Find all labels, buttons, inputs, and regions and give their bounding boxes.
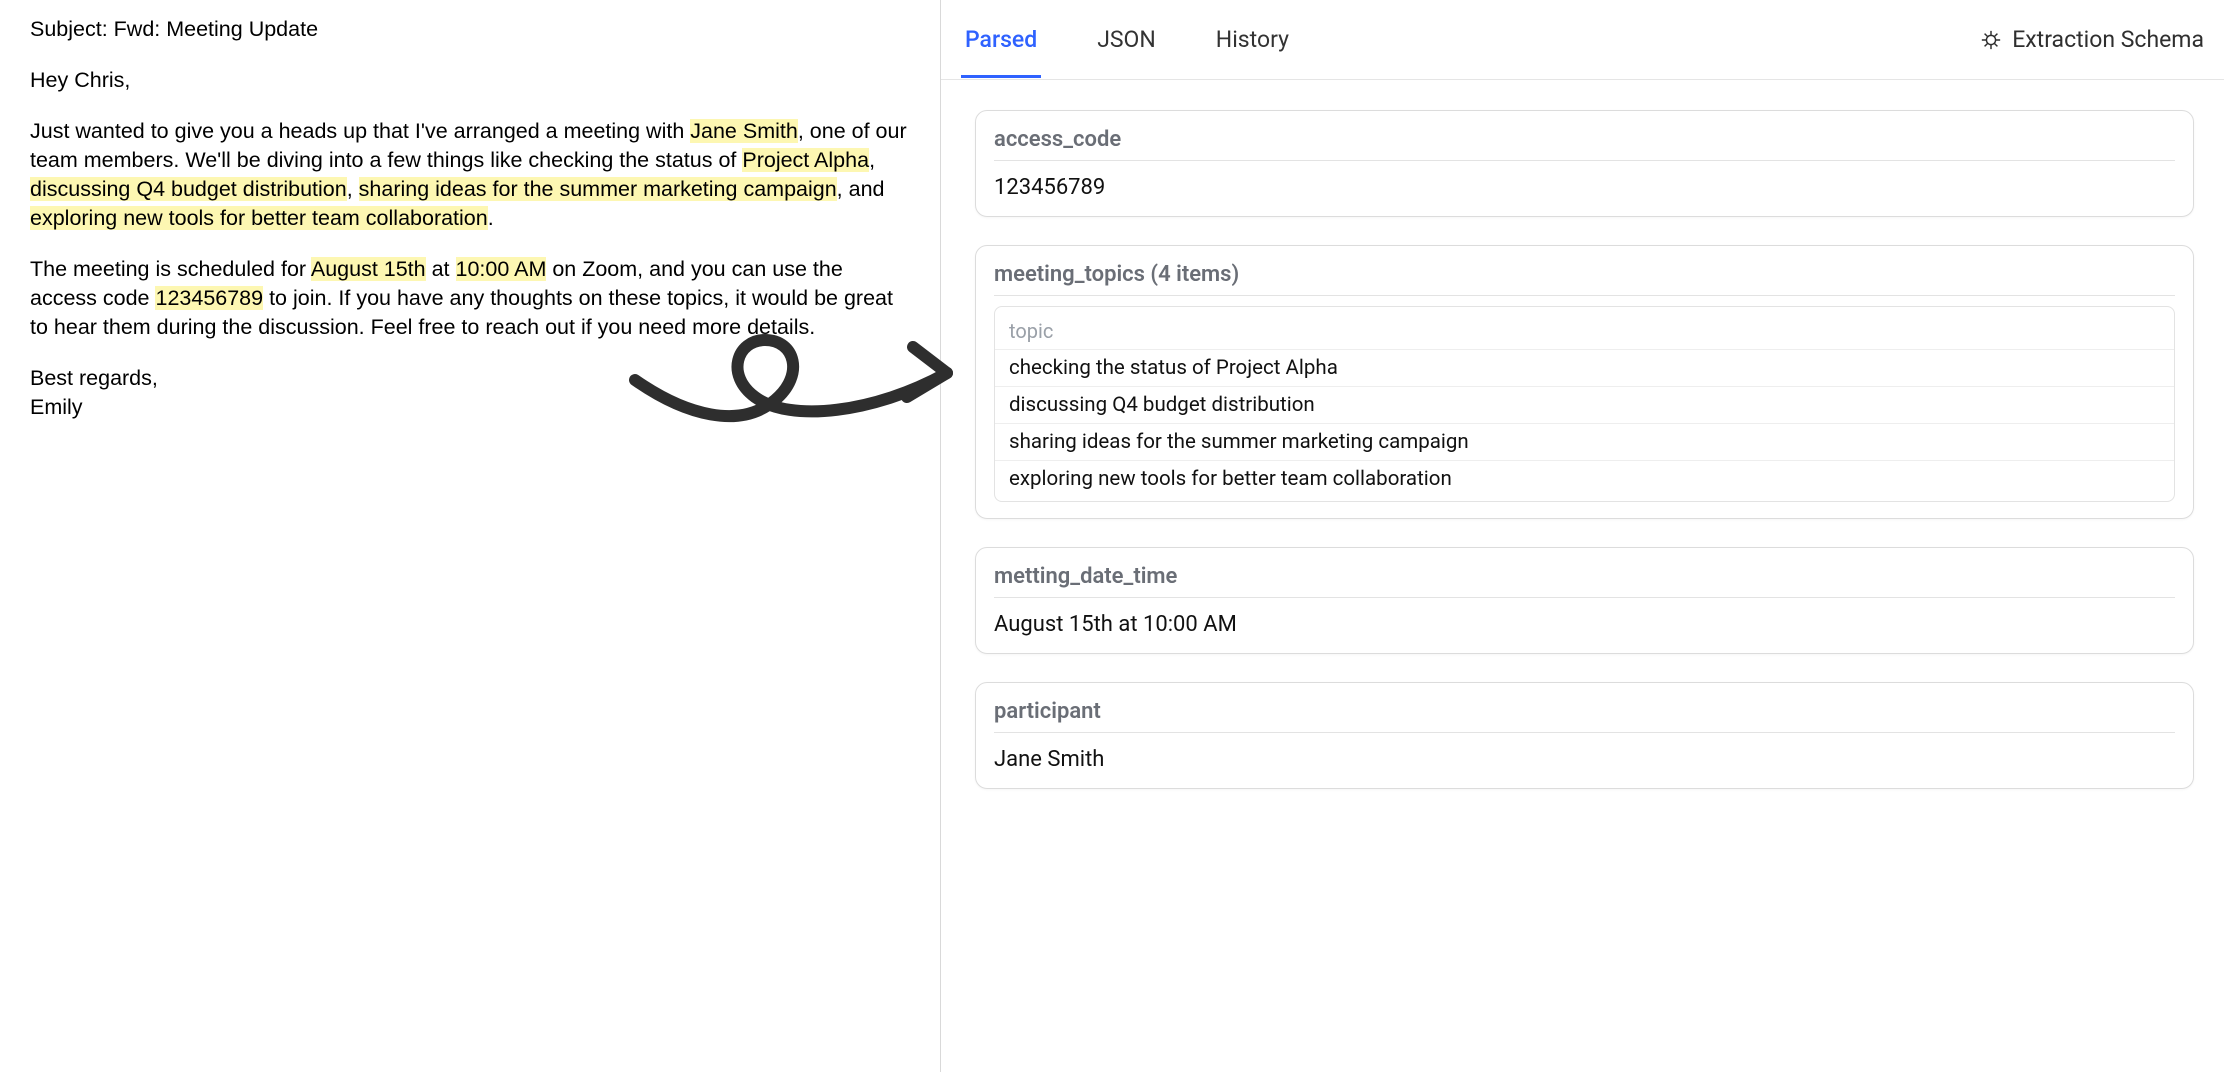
topics-column-header: topic <box>995 311 2174 349</box>
topic-row: checking the status of Project Alpha <box>995 349 2174 386</box>
results-pane: Parsed JSON History Extraction Schema ac… <box>941 0 2224 1072</box>
topics-table: topic checking the status of Project Alp… <box>994 306 2175 502</box>
subject-label: Subject: <box>30 17 114 41</box>
topic-row: exploring new tools for better team coll… <box>995 460 2174 497</box>
highlight-project: Project Alpha <box>742 148 869 172</box>
highlight-topic-budget: discussing Q4 budget distribution <box>30 177 347 201</box>
arrow-icon <box>625 305 965 455</box>
field-value: August 15th at 10:00 AM <box>994 598 2175 637</box>
highlight-access-code: 123456789 <box>155 286 263 310</box>
field-label: access_code <box>994 123 2175 161</box>
tab-parsed[interactable]: Parsed <box>961 2 1041 77</box>
tab-history[interactable]: History <box>1212 2 1293 77</box>
topic-row: sharing ideas for the summer marketing c… <box>995 423 2174 460</box>
greeting: Hey Chris, <box>30 66 910 95</box>
paragraph-1: Just wanted to give you a heads up that … <box>30 117 910 233</box>
highlight-topic-marketing: sharing ideas for the summer marketing c… <box>359 177 837 201</box>
email-pane: Subject: Fwd: Meeting Update Hey Chris, … <box>0 0 940 1072</box>
field-value: Jane Smith <box>994 733 2175 772</box>
field-meeting-date-time: metting_date_time August 15th at 10:00 A… <box>975 547 2194 654</box>
field-label: metting_date_time <box>994 560 2175 598</box>
openai-icon <box>1980 29 2002 51</box>
tab-json[interactable]: JSON <box>1093 2 1160 77</box>
field-label: participant <box>994 695 2175 733</box>
field-label: meeting_topics (4 items) <box>994 258 2175 296</box>
extraction-schema-label: Extraction Schema <box>2012 26 2204 53</box>
field-value: 123456789 <box>994 161 2175 200</box>
field-access-code: access_code 123456789 <box>975 110 2194 217</box>
field-meeting-topics: meeting_topics (4 items) topic checking … <box>975 245 2194 519</box>
highlight-participant: Jane Smith <box>690 119 798 143</box>
email-subject: Subject: Fwd: Meeting Update <box>30 15 910 44</box>
app-root: Subject: Fwd: Meeting Update Hey Chris, … <box>0 0 2224 1072</box>
highlight-topic-tools: exploring new tools for better team coll… <box>30 206 488 230</box>
topic-row: discussing Q4 budget distribution <box>995 386 2174 423</box>
extraction-schema-link[interactable]: Extraction Schema <box>1980 26 2204 53</box>
subject-text: Fwd: Meeting Update <box>114 17 318 41</box>
field-participant: participant Jane Smith <box>975 682 2194 789</box>
highlight-date: August 15th <box>311 257 426 281</box>
highlight-time: 10:00 AM <box>456 257 547 281</box>
tab-bar: Parsed JSON History Extraction Schema <box>941 0 2224 80</box>
parsed-cards: access_code 123456789 meeting_topics (4 … <box>941 80 2224 819</box>
